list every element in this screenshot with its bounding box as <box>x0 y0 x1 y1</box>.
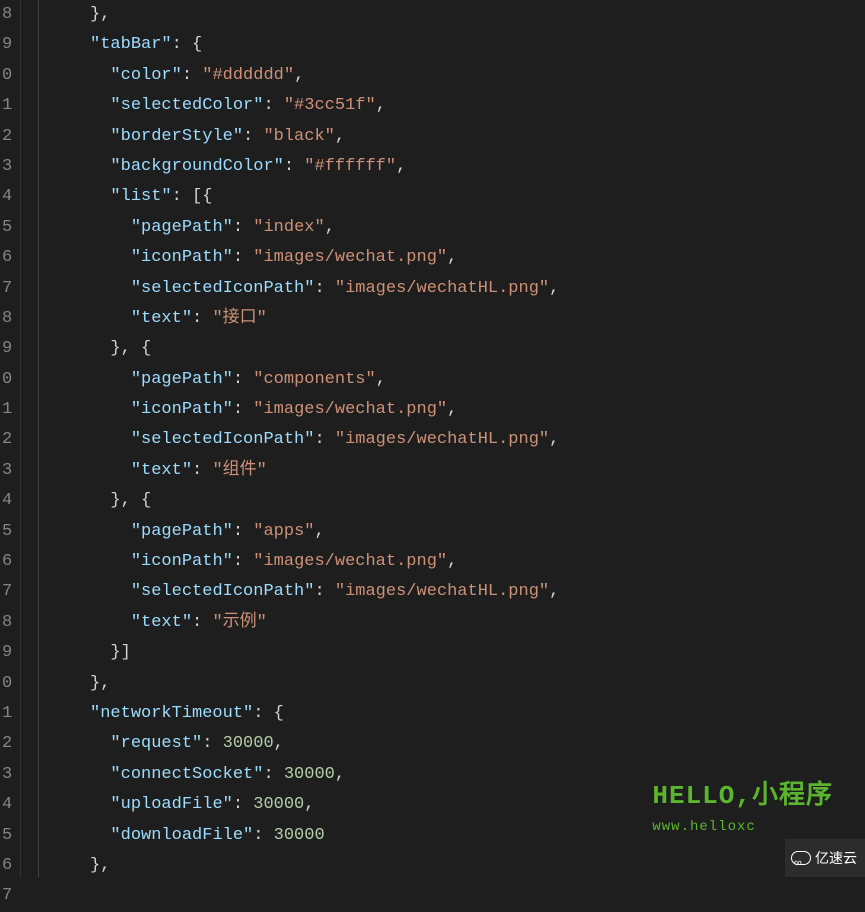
code-line[interactable]: "selectedIconPath": "images/wechatHL.png… <box>49 425 559 455</box>
line-number: 3 <box>2 456 12 486</box>
line-number: 9 <box>2 334 12 364</box>
line-number: 4 <box>2 790 12 820</box>
line-number: 7 <box>2 274 12 304</box>
code-line[interactable]: "text": "组件" <box>49 456 559 486</box>
line-number: 1 <box>2 91 12 121</box>
code-line[interactable]: "text": "接口" <box>49 304 559 334</box>
code-line[interactable]: "pagePath": "components", <box>49 365 559 395</box>
line-number: 2 <box>2 122 12 152</box>
line-number: 9 <box>2 30 12 60</box>
fold-margin <box>21 0 39 877</box>
watermark-badge-text: 亿速云 <box>815 843 857 873</box>
code-line[interactable]: "selectedIconPath": "images/wechatHL.png… <box>49 577 559 607</box>
line-number: 1 <box>2 699 12 729</box>
watermark-url: www.helloxc <box>652 812 833 842</box>
cloud-icon <box>791 851 811 865</box>
code-line[interactable]: "connectSocket": 30000, <box>49 760 559 790</box>
code-line[interactable]: }] <box>49 638 559 668</box>
line-number: 1 <box>2 395 12 425</box>
code-line[interactable]: "request": 30000, <box>49 729 559 759</box>
line-number: 0 <box>2 61 12 91</box>
code-line[interactable]: }, <box>49 0 559 30</box>
watermark-title: HELLO,小程序 <box>652 781 833 811</box>
line-number: 9 <box>2 638 12 668</box>
code-line[interactable]: "downloadFile": 30000 <box>49 821 559 851</box>
code-line[interactable]: "pagePath": "index", <box>49 213 559 243</box>
code-line[interactable]: "uploadFile": 30000, <box>49 790 559 820</box>
code-line[interactable]: }, { <box>49 334 559 364</box>
line-number: 4 <box>2 486 12 516</box>
code-line[interactable]: "borderStyle": "black", <box>49 122 559 152</box>
code-line[interactable]: "color": "#dddddd", <box>49 61 559 91</box>
line-number: 5 <box>2 213 12 243</box>
code-line[interactable]: "pagePath": "apps", <box>49 517 559 547</box>
code-line[interactable]: "backgroundColor": "#ffffff", <box>49 152 559 182</box>
watermark-badge: 亿速云 <box>785 839 865 877</box>
watermark-hello: HELLO,小程序 www.helloxc <box>652 781 833 842</box>
line-number: 0 <box>2 669 12 699</box>
line-number: 3 <box>2 760 12 790</box>
line-number: 3 <box>2 152 12 182</box>
code-line[interactable]: "iconPath": "images/wechat.png", <box>49 395 559 425</box>
code-line[interactable]: "selectedColor": "#3cc51f", <box>49 91 559 121</box>
line-number: 8 <box>2 0 12 30</box>
code-editor-content[interactable]: }, "tabBar": { "color": "#dddddd", "sele… <box>39 0 559 877</box>
code-line[interactable]: "tabBar": { <box>49 30 559 60</box>
line-number-gutter: 890123456789012345678901234567 <box>0 0 21 877</box>
line-number: 7 <box>2 881 12 911</box>
line-number: 2 <box>2 729 12 759</box>
line-number: 6 <box>2 243 12 273</box>
code-line[interactable]: "iconPath": "images/wechat.png", <box>49 243 559 273</box>
code-line[interactable]: "selectedIconPath": "images/wechatHL.png… <box>49 274 559 304</box>
code-line[interactable] <box>49 881 559 911</box>
code-line[interactable]: "text": "示例" <box>49 608 559 638</box>
line-number: 5 <box>2 517 12 547</box>
code-line[interactable]: "list": [{ <box>49 182 559 212</box>
code-line[interactable]: "networkTimeout": { <box>49 699 559 729</box>
line-number: 8 <box>2 608 12 638</box>
line-number: 8 <box>2 304 12 334</box>
line-number: 2 <box>2 425 12 455</box>
code-line[interactable]: "iconPath": "images/wechat.png", <box>49 547 559 577</box>
line-number: 0 <box>2 365 12 395</box>
line-number: 4 <box>2 182 12 212</box>
code-line[interactable]: }, <box>49 669 559 699</box>
line-number: 7 <box>2 577 12 607</box>
line-number: 6 <box>2 547 12 577</box>
code-line[interactable]: }, { <box>49 486 559 516</box>
line-number: 5 <box>2 821 12 851</box>
